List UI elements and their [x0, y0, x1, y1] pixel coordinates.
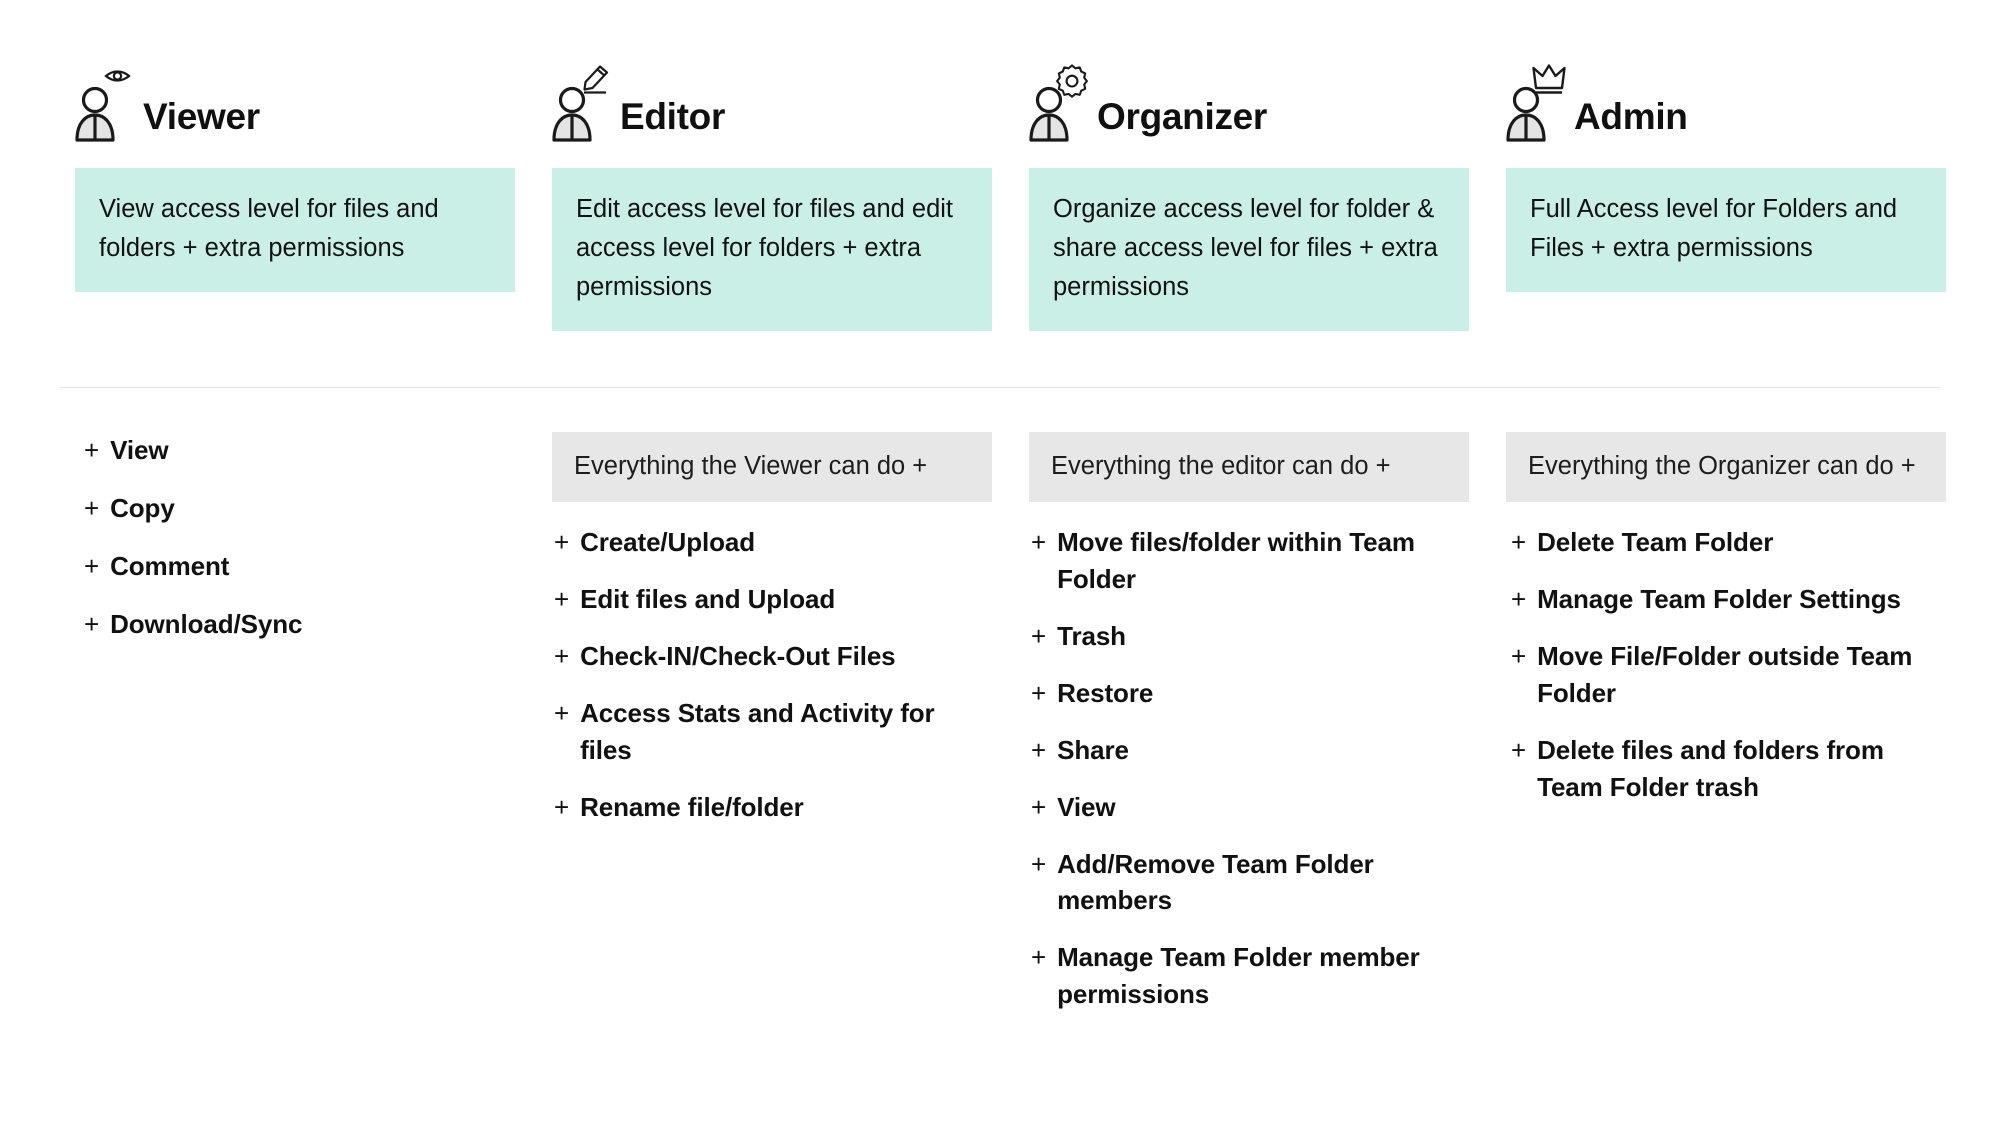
plus-icon: + — [1031, 848, 1047, 879]
permission-label: Manage Team Folder Settings — [1537, 584, 1901, 615]
plus-icon: + — [1511, 734, 1527, 765]
permissions-row: + View + Copy + Comment + Download/Sync — [75, 432, 1946, 1033]
plus-icon: + — [1031, 677, 1047, 708]
permissions-column-organizer: Everything the editor can do + + Move fi… — [1029, 432, 1469, 1033]
list-item: + Manage Team Folder Settings — [1511, 581, 1946, 618]
plus-icon: + — [1511, 584, 1527, 615]
list-item: + Download/Sync — [84, 606, 515, 643]
role-header-viewer: Viewer — [75, 58, 515, 144]
role-title: Organizer — [1097, 96, 1268, 137]
permission-list-admin: + Delete Team Folder + Manage Team Folde… — [1506, 524, 1946, 805]
plus-icon: + — [1511, 640, 1527, 671]
plus-icon: + — [554, 791, 570, 822]
plus-icon: + — [554, 584, 570, 615]
permission-label: Share — [1057, 734, 1129, 765]
permission-label: Edit files and Upload — [580, 584, 836, 615]
permission-label: Check-IN/Check-Out Files — [580, 640, 896, 671]
list-item: + Move files/folder within Team Folder — [1031, 524, 1469, 598]
list-item: + Create/Upload — [554, 524, 992, 561]
list-item: + Share — [1031, 732, 1469, 769]
plus-icon: + — [1511, 527, 1527, 558]
permission-label: Move files/folder within Team Folder — [1057, 527, 1415, 595]
list-item: + Delete Team Folder — [1511, 524, 1946, 561]
role-title: Editor — [620, 96, 726, 137]
permission-label: Restore — [1057, 677, 1154, 708]
role-header-organizer: Organizer — [1029, 58, 1469, 144]
permission-list-organizer: + Move files/folder within Team Folder +… — [1029, 524, 1469, 1013]
permission-label: View — [110, 435, 169, 465]
list-item: + Access Stats and Activity for files — [554, 695, 992, 769]
permission-levels-comparison: Viewer Editor Organizer Admin View acces… — [0, 0, 2000, 1126]
list-item: + Copy — [84, 490, 515, 527]
inherits-label-organizer: Everything the editor can do + — [1029, 432, 1469, 503]
user-gear-icon — [1029, 62, 1091, 144]
list-item: + Delete files and folders from Team Fol… — [1511, 732, 1946, 806]
list-item: + Move File/Folder outside Team Folder — [1511, 638, 1946, 712]
role-description-viewer: View access level for files and folders … — [75, 168, 515, 292]
role-title: Admin — [1574, 96, 1688, 137]
permission-label: Comment — [110, 550, 230, 581]
list-item: + Rename file/folder — [554, 789, 992, 826]
plus-icon: + — [554, 697, 570, 728]
list-item: + Trash — [1031, 618, 1469, 655]
permission-label: Trash — [1057, 620, 1126, 651]
permission-list-viewer: + View + Copy + Comment + Download/Sync — [75, 432, 515, 643]
permission-label: Add/Remove Team Folder members — [1057, 848, 1374, 916]
permission-label: Delete files and folders from Team Folde… — [1537, 734, 1884, 802]
permission-label: Manage Team Folder member permissions — [1057, 942, 1420, 1010]
plus-icon: + — [554, 640, 570, 671]
permission-list-editor: + Create/Upload + Edit files and Upload … — [552, 524, 992, 825]
role-title: Viewer — [143, 96, 260, 137]
list-item: + View — [84, 432, 515, 469]
role-header-editor: Editor — [552, 58, 992, 144]
permission-label: Move File/Folder outside Team Folder — [1537, 640, 1913, 708]
plus-icon: + — [1031, 942, 1047, 973]
permission-label: Access Stats and Activity for files — [580, 697, 935, 765]
role-header-admin: Admin — [1506, 58, 1946, 144]
plus-icon: + — [1031, 791, 1047, 822]
permission-label: Create/Upload — [580, 527, 756, 558]
list-item: + Restore — [1031, 675, 1469, 712]
plus-icon: + — [84, 492, 100, 523]
list-item: + Edit files and Upload — [554, 581, 992, 618]
list-item: + Add/Remove Team Folder members — [1031, 846, 1469, 920]
user-pencil-icon — [552, 62, 614, 144]
list-item: + Check-IN/Check-Out Files — [554, 638, 992, 675]
role-description-editor: Edit access level for files and edit acc… — [552, 168, 992, 331]
permission-label: Rename file/folder — [580, 791, 804, 822]
permission-label: Delete Team Folder — [1537, 527, 1774, 558]
user-eye-icon — [75, 62, 137, 144]
role-description-organizer: Organize access level for folder & share… — [1029, 168, 1469, 331]
plus-icon: + — [1031, 527, 1047, 558]
plus-icon: + — [84, 550, 100, 581]
list-item: + View — [1031, 789, 1469, 826]
permissions-column-admin: Everything the Organizer can do + + Dele… — [1506, 432, 1946, 826]
role-description-row: View access level for files and folders … — [75, 168, 1946, 331]
role-description-admin: Full Access level for Folders and Files … — [1506, 168, 1946, 292]
plus-icon: + — [84, 435, 100, 465]
permission-label: Copy — [110, 492, 175, 523]
role-header-row: Viewer Editor Organizer Admin — [75, 0, 1940, 144]
list-item: + Comment — [84, 548, 515, 585]
inherits-label-editor: Everything the Viewer can do + — [552, 432, 992, 503]
inherits-label-admin: Everything the Organizer can do + — [1506, 432, 1946, 503]
user-crown-icon — [1506, 62, 1568, 144]
plus-icon: + — [1031, 620, 1047, 651]
plus-icon: + — [554, 527, 570, 558]
plus-icon: + — [1031, 734, 1047, 765]
permission-label: Download/Sync — [110, 608, 303, 639]
permissions-column-viewer: + View + Copy + Comment + Download/Sync — [75, 432, 515, 664]
permissions-column-editor: Everything the Viewer can do + + Create/… — [552, 432, 992, 846]
permission-label: View — [1057, 791, 1116, 822]
list-item: + Manage Team Folder member permissions — [1031, 939, 1469, 1013]
section-divider — [60, 387, 1940, 388]
plus-icon: + — [84, 608, 100, 639]
